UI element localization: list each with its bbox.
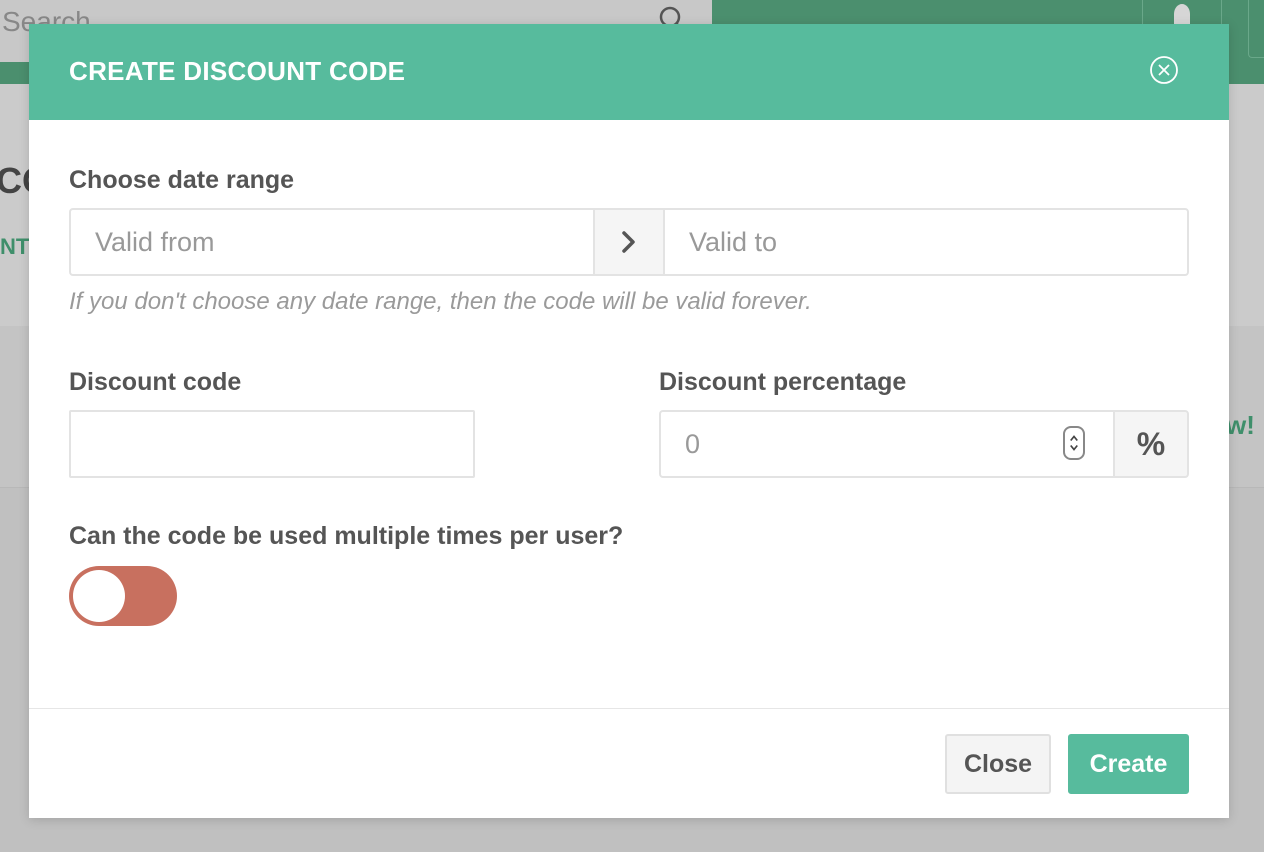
number-spinner-icon[interactable]	[1063, 426, 1085, 460]
discount-percentage-input[interactable]: 0	[659, 410, 1115, 478]
date-range-label: Choose date range	[69, 166, 295, 194]
close-button[interactable]: Close	[945, 734, 1051, 794]
valid-from-input[interactable]: Valid from	[69, 208, 595, 276]
modal-header: CREATE DISCOUNT CODE	[29, 24, 1229, 120]
chevron-right-icon	[622, 231, 635, 253]
background-tab[interactable]: NT	[0, 234, 29, 260]
create-discount-modal: CREATE DISCOUNT CODE Choose date range V…	[29, 24, 1229, 818]
discount-code-label: Discount code	[69, 368, 242, 396]
background-cta-link[interactable]: w!	[1226, 410, 1255, 441]
create-button[interactable]: Create	[1068, 734, 1189, 794]
modal-title: CREATE DISCOUNT CODE	[69, 56, 406, 86]
valid-to-input[interactable]: Valid to	[663, 208, 1189, 276]
date-range-separator	[593, 208, 665, 276]
background-user-menu[interactable]	[1248, 0, 1264, 58]
percent-addon: %	[1113, 410, 1189, 478]
multiple-use-label: Can the code be used multiple times per …	[69, 522, 624, 550]
date-range-hint: If you don't choose any date range, then…	[69, 288, 812, 315]
footer-divider	[29, 708, 1229, 709]
discount-code-input[interactable]	[69, 410, 475, 478]
toggle-knob	[73, 570, 125, 622]
close-circle-icon[interactable]	[1149, 55, 1179, 85]
multiple-use-toggle[interactable]	[69, 566, 177, 626]
discount-percentage-label: Discount percentage	[659, 368, 907, 396]
